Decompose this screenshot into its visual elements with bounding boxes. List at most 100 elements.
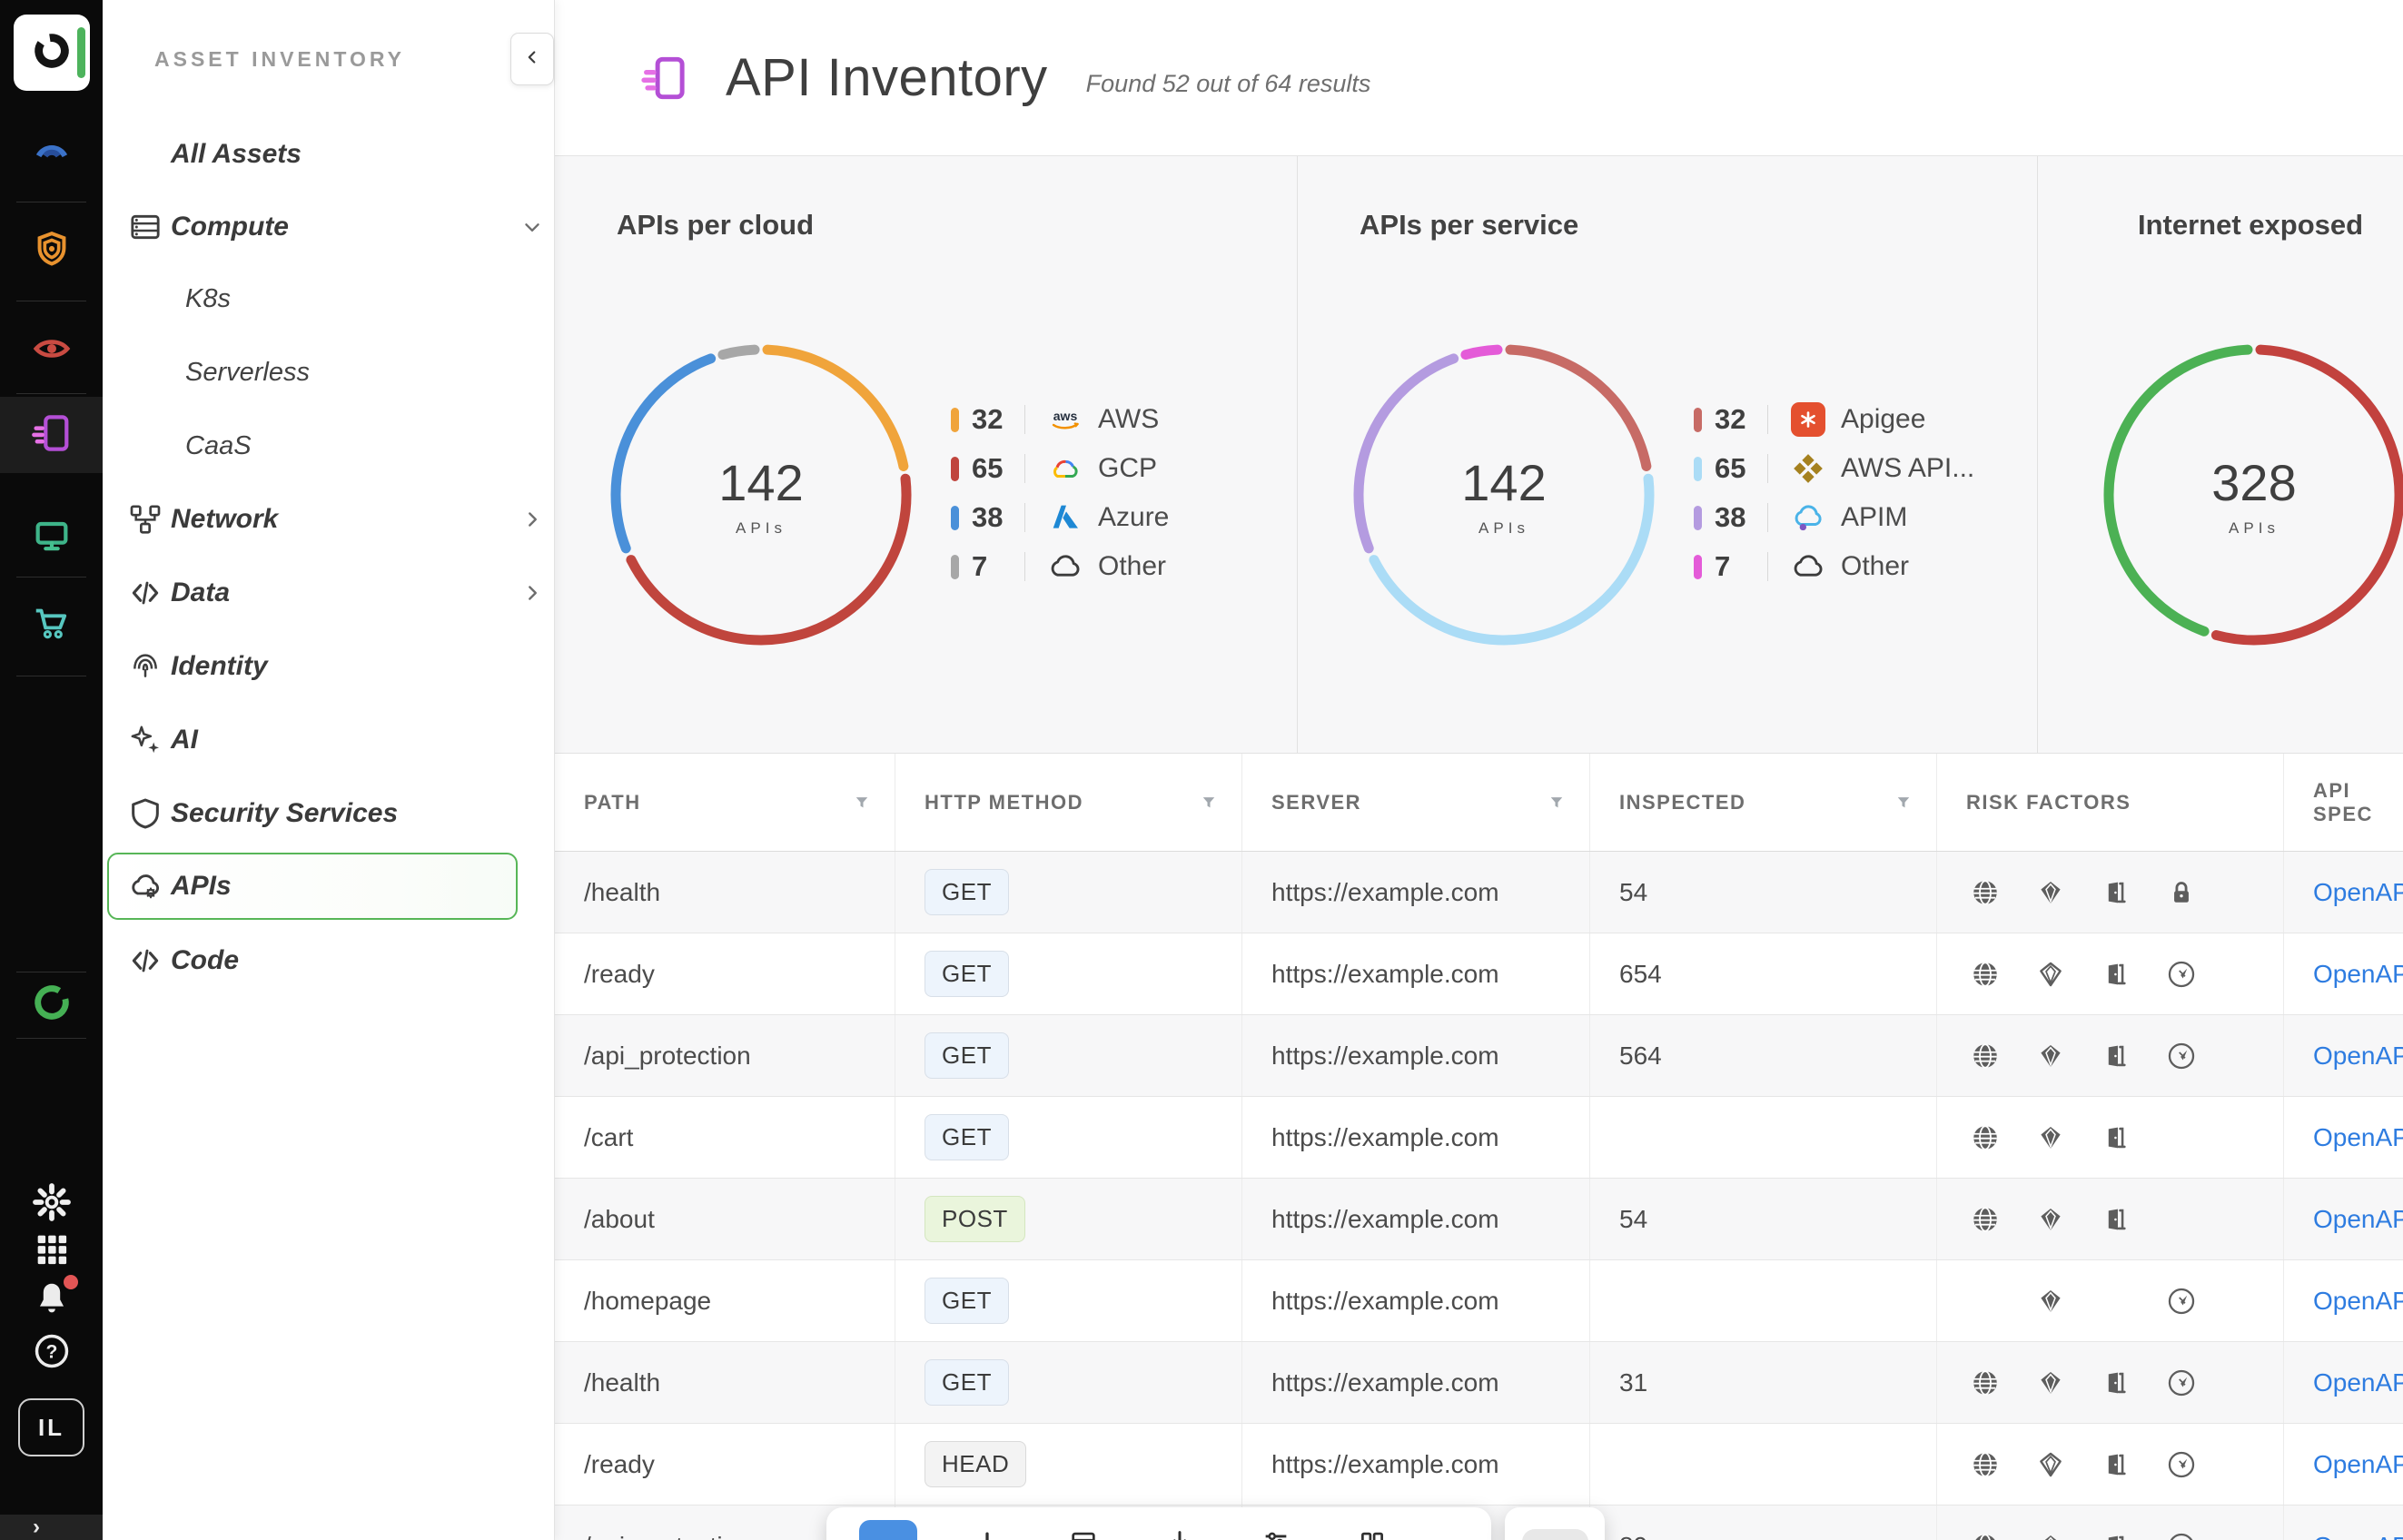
table-row[interactable]: /readyGEThttps://example.com654OpenAPI bbox=[555, 933, 2403, 1015]
wasp-icon[interactable] bbox=[2166, 1367, 2197, 1398]
filter-icon[interactable] bbox=[1200, 794, 1218, 812]
table-row[interactable]: /cartGEThttps://example.comOpenAPI bbox=[555, 1097, 2403, 1179]
gem-outline-icon[interactable] bbox=[2035, 1449, 2066, 1480]
filter-icon[interactable] bbox=[853, 794, 871, 812]
toolbar-sliders-icon[interactable] bbox=[1261, 1527, 1291, 1540]
gem-icon[interactable] bbox=[2035, 877, 2066, 908]
gem-icon[interactable] bbox=[2035, 1531, 2066, 1540]
door-icon[interactable] bbox=[2101, 1122, 2131, 1153]
api-spec-link[interactable]: OpenAPI bbox=[2313, 1123, 2403, 1152]
sidebar-item-identity[interactable]: Identity bbox=[103, 638, 555, 695]
table-row[interactable]: /readyHEADhttps://example.comOpenAPI bbox=[555, 1424, 2403, 1505]
rail-item-discovery[interactable] bbox=[0, 129, 103, 174]
shield-outline-icon bbox=[127, 795, 163, 832]
toolbar-table-grid-icon[interactable] bbox=[1068, 1527, 1099, 1540]
wasp-icon[interactable] bbox=[2166, 1531, 2197, 1540]
api-spec-link[interactable]: OpenAPI bbox=[2313, 960, 2403, 989]
sidebar-item-security-services[interactable]: Security Services bbox=[103, 785, 555, 842]
sidebar-item-data[interactable]: Data bbox=[103, 565, 555, 621]
door-icon[interactable] bbox=[2101, 1531, 2131, 1540]
table-row[interactable]: /healthGEThttps://example.com31OpenAPI bbox=[555, 1342, 2403, 1424]
results-count: Found 52 out of 64 results bbox=[1086, 70, 1371, 98]
gem-icon[interactable] bbox=[2035, 1204, 2066, 1235]
api-spec-link[interactable]: OpenAPI bbox=[2313, 1205, 2403, 1234]
gem-outline-icon[interactable] bbox=[2035, 959, 2066, 990]
globe-icon[interactable] bbox=[1970, 1122, 2001, 1153]
door-icon[interactable] bbox=[2101, 1041, 2131, 1071]
globe-icon[interactable] bbox=[1970, 1041, 2001, 1071]
sidebar-item-compute[interactable]: Compute bbox=[103, 199, 555, 255]
wasp-icon[interactable] bbox=[2166, 1449, 2197, 1480]
globe-icon[interactable] bbox=[1970, 1449, 2001, 1480]
globe-icon[interactable] bbox=[1970, 959, 2001, 990]
sidebar-item-all-assets[interactable]: All Assets bbox=[103, 126, 555, 183]
filter-icon[interactable] bbox=[1548, 794, 1566, 812]
sidebar-item-network[interactable]: Network bbox=[103, 491, 555, 548]
door-icon[interactable] bbox=[2101, 1367, 2131, 1398]
api-doc-icon bbox=[31, 412, 73, 459]
sidebar-collapse-button[interactable] bbox=[510, 33, 554, 85]
door-icon[interactable] bbox=[2101, 877, 2131, 908]
rail-expand-strip[interactable]: › bbox=[0, 1515, 103, 1540]
table-row[interactable]: /api_protectionGEThttps://example.com564… bbox=[555, 1015, 2403, 1097]
legend-divider bbox=[1024, 454, 1025, 483]
rail-item-marketplace[interactable] bbox=[0, 602, 103, 647]
door-icon[interactable] bbox=[2101, 1204, 2131, 1235]
sidebar-item-k8s[interactable]: K8s bbox=[103, 271, 555, 327]
donut-chart: 142 APIs bbox=[1350, 341, 1658, 649]
table-row[interactable]: /homepageGEThttps://example.comOpenAPI bbox=[555, 1260, 2403, 1342]
rail-item-orca-status[interactable] bbox=[0, 982, 103, 1026]
table-row[interactable]: /aboutPOSThttps://example.com54OpenAPI bbox=[555, 1179, 2403, 1260]
toolbar-toggle-button[interactable] bbox=[1505, 1507, 1605, 1540]
donut-chart: 142 APIs bbox=[607, 341, 915, 649]
chevron-right-icon[interactable] bbox=[520, 581, 544, 605]
api-spec-link[interactable]: OpenAPI bbox=[2313, 1287, 2403, 1316]
rail-item-posture[interactable] bbox=[0, 228, 103, 273]
path-cell: /api_protection bbox=[555, 1015, 895, 1096]
toolbar-plus-icon[interactable] bbox=[972, 1527, 1003, 1540]
wasp-icon[interactable] bbox=[2166, 1041, 2197, 1071]
table-row[interactable]: /healthGEThttps://example.com54OpenAPI bbox=[555, 852, 2403, 933]
globe-icon[interactable] bbox=[1970, 877, 2001, 908]
api-spec-link[interactable]: OpenAPI bbox=[2313, 1368, 2403, 1397]
toolbar-download-icon[interactable] bbox=[1164, 1527, 1195, 1540]
api-spec-link[interactable]: OpenAPI bbox=[2313, 1450, 2403, 1479]
lock-icon[interactable] bbox=[2166, 877, 2197, 908]
rail-item-detection[interactable] bbox=[0, 328, 103, 373]
sidebar-item-ai[interactable]: AI bbox=[103, 712, 555, 768]
chevron-right-icon[interactable] bbox=[520, 508, 544, 531]
rail-item-apps[interactable] bbox=[0, 1229, 103, 1273]
wasp-icon[interactable] bbox=[2166, 959, 2197, 990]
globe-icon[interactable] bbox=[1970, 1531, 2001, 1540]
api-spec-link[interactable]: OpenAPI bbox=[2313, 1532, 2403, 1540]
gem-icon[interactable] bbox=[2035, 1122, 2066, 1153]
api-spec-link[interactable]: OpenAPI bbox=[2313, 1041, 2403, 1071]
sidebar-item-apis[interactable]: APIs bbox=[103, 858, 555, 914]
rail-item-help[interactable]: ? bbox=[0, 1331, 103, 1375]
rail-item-workloads[interactable] bbox=[0, 515, 103, 560]
door-icon[interactable] bbox=[2101, 959, 2131, 990]
rail-item-api-inventory[interactable] bbox=[0, 412, 103, 458]
door-icon[interactable] bbox=[2101, 1449, 2131, 1480]
filter-icon[interactable] bbox=[1894, 794, 1913, 812]
toolbar-selection-button[interactable] bbox=[859, 1520, 917, 1540]
rail-item-notifications[interactable] bbox=[0, 1278, 103, 1321]
wasp-icon[interactable] bbox=[2166, 1286, 2197, 1317]
gem-icon[interactable] bbox=[2035, 1041, 2066, 1071]
globe-icon[interactable] bbox=[1970, 1204, 2001, 1235]
table-action-toolbar bbox=[826, 1507, 1491, 1540]
chevron-down-icon[interactable] bbox=[520, 215, 544, 239]
gem-icon[interactable] bbox=[2035, 1286, 2066, 1317]
cart-teal-icon bbox=[31, 602, 73, 648]
sidebar-item-code[interactable]: Code bbox=[103, 933, 555, 989]
sidebar-item-caas[interactable]: CaaS bbox=[103, 418, 555, 474]
rail-item-home[interactable] bbox=[14, 15, 90, 91]
user-initials-button[interactable]: IL bbox=[18, 1398, 84, 1456]
globe-icon[interactable] bbox=[1970, 1367, 2001, 1398]
server-url: https://example.com bbox=[1271, 1368, 1499, 1397]
gem-icon[interactable] bbox=[2035, 1367, 2066, 1398]
rail-item-settings[interactable] bbox=[0, 1182, 103, 1226]
api-spec-link[interactable]: OpenAPI bbox=[2313, 878, 2403, 907]
toolbar-columns-icon[interactable] bbox=[1357, 1527, 1388, 1540]
sidebar-item-serverless[interactable]: Serverless bbox=[103, 344, 555, 400]
